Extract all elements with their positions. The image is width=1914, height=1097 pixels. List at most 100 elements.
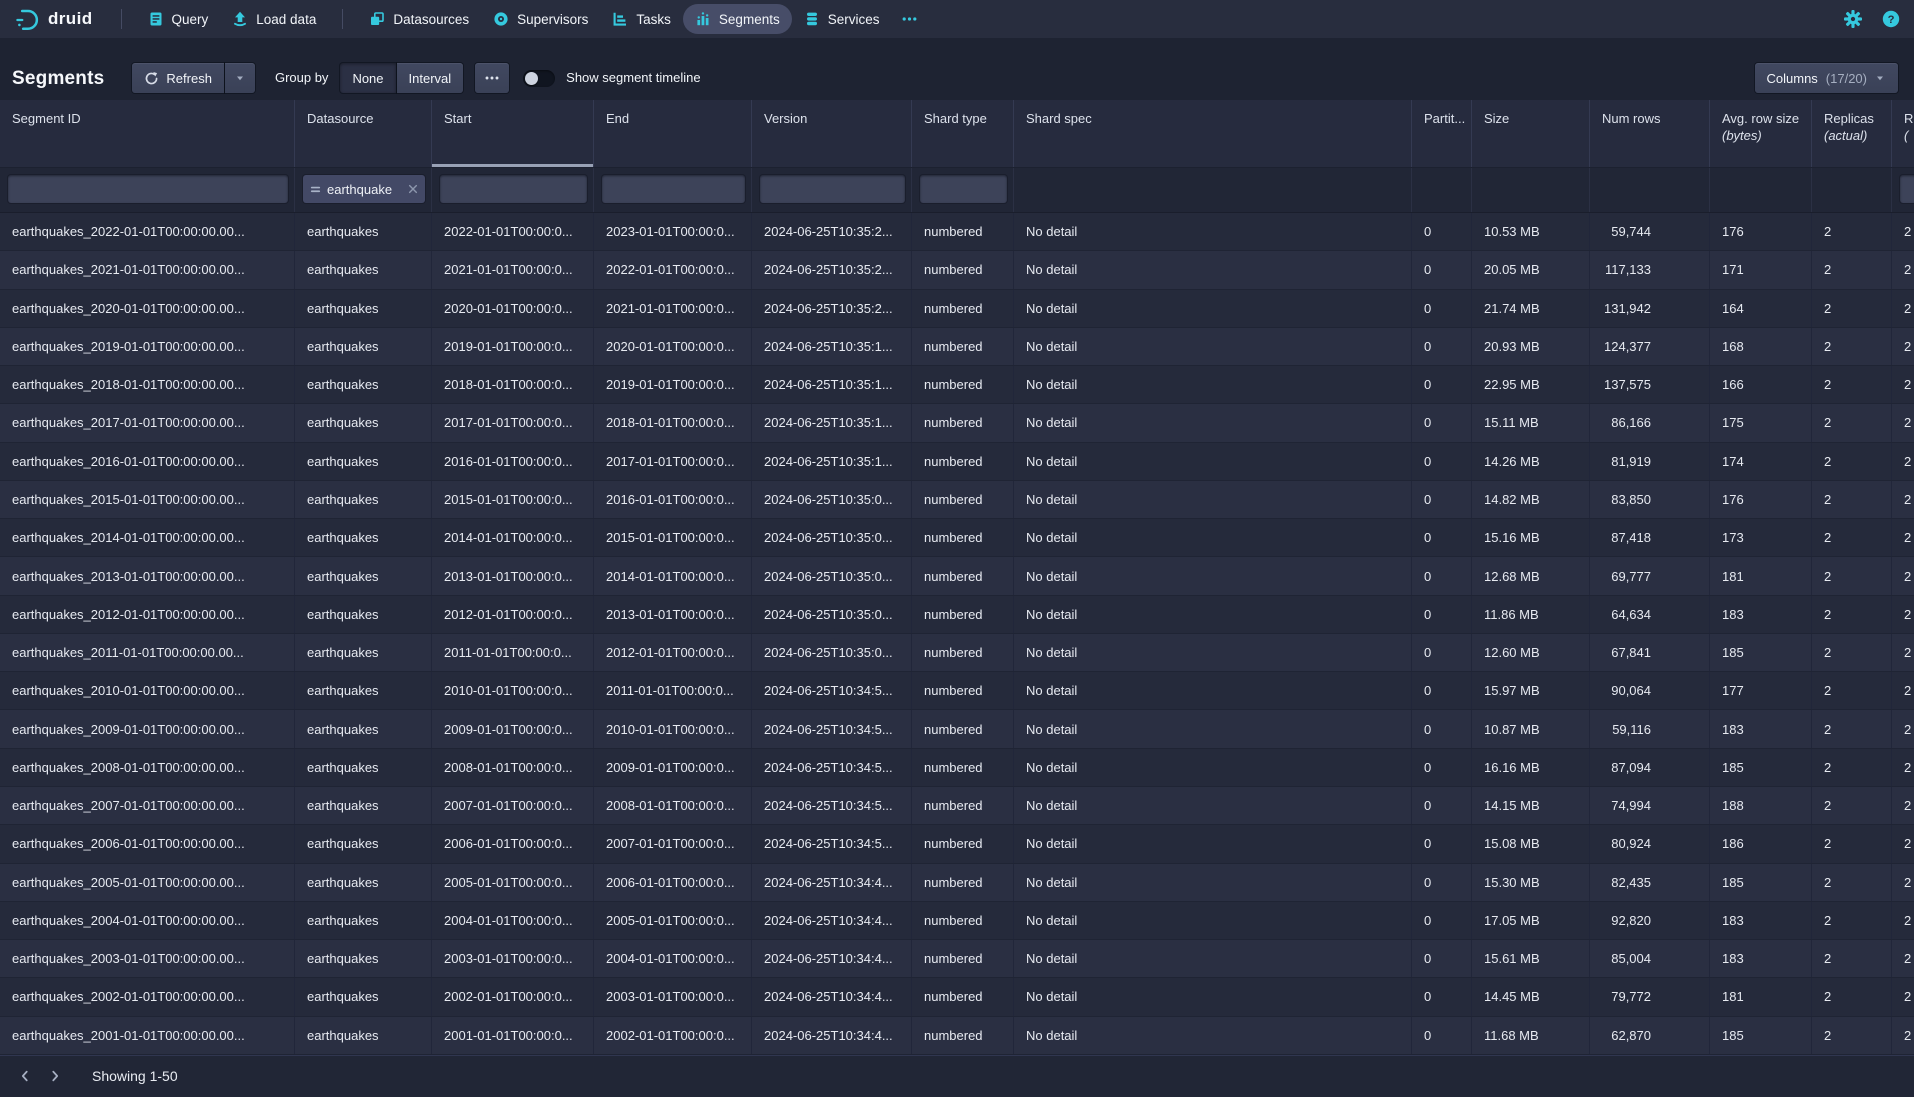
cell-num_rows[interactable]: 81,919: [1590, 443, 1710, 480]
cell-segment_id[interactable]: earthquakes_2008-01-01T00:00:00.00...: [0, 749, 295, 786]
cell-partition[interactable]: 0: [1412, 978, 1472, 1015]
filter-input-end[interactable]: [602, 175, 745, 203]
cell-start[interactable]: 2019-01-01T00:00:0...: [432, 328, 594, 365]
cell-segment_id[interactable]: earthquakes_2013-01-01T00:00:00.00...: [0, 557, 295, 594]
cell-avg_row_size[interactable]: 171: [1710, 251, 1812, 288]
cell-num_rows[interactable]: 67,841: [1590, 634, 1710, 671]
cell-shard_type[interactable]: numbered: [912, 481, 1014, 518]
cell-size[interactable]: 17.05 MB: [1472, 902, 1590, 939]
cell-version[interactable]: 2024-06-25T10:35:2...: [752, 213, 912, 250]
cell-replication[interactable]: 2: [1892, 404, 1914, 441]
cell-shard_type[interactable]: numbered: [912, 596, 1014, 633]
cell-end[interactable]: 2006-01-01T00:00:0...: [594, 864, 752, 901]
cell-start[interactable]: 2022-01-01T00:00:0...: [432, 213, 594, 250]
cell-version[interactable]: 2024-06-25T10:35:1...: [752, 328, 912, 365]
cell-start[interactable]: 2013-01-01T00:00:0...: [432, 557, 594, 594]
cell-datasource[interactable]: earthquakes: [295, 864, 432, 901]
cell-size[interactable]: 14.26 MB: [1472, 443, 1590, 480]
cell-start[interactable]: 2005-01-01T00:00:0...: [432, 864, 594, 901]
cell-segment_id[interactable]: earthquakes_2019-01-01T00:00:00.00...: [0, 328, 295, 365]
cell-replicas[interactable]: 2: [1812, 519, 1892, 556]
cell-start[interactable]: 2001-01-01T00:00:0...: [432, 1017, 594, 1054]
cell-shard_spec[interactable]: No detail: [1014, 213, 1412, 250]
cell-replicas[interactable]: 2: [1812, 634, 1892, 671]
cell-segment_id[interactable]: earthquakes_2005-01-01T00:00:00.00...: [0, 864, 295, 901]
cell-replicas[interactable]: 2: [1812, 404, 1892, 441]
cell-size[interactable]: 16.16 MB: [1472, 749, 1590, 786]
column-header-avg_row_size[interactable]: Avg. row size(bytes): [1710, 100, 1812, 167]
cell-size[interactable]: 15.30 MB: [1472, 864, 1590, 901]
cell-start[interactable]: 2007-01-01T00:00:0...: [432, 787, 594, 824]
cell-replication[interactable]: 2: [1892, 749, 1914, 786]
cell-end[interactable]: 2018-01-01T00:00:0...: [594, 404, 752, 441]
cell-start[interactable]: 2003-01-01T00:00:0...: [432, 940, 594, 977]
cell-end[interactable]: 2021-01-01T00:00:0...: [594, 290, 752, 327]
cell-shard_type[interactable]: numbered: [912, 251, 1014, 288]
column-header-start[interactable]: Start: [432, 100, 594, 167]
cell-replicas[interactable]: 2: [1812, 290, 1892, 327]
column-header-partition[interactable]: Partit...: [1412, 100, 1472, 167]
cell-partition[interactable]: 0: [1412, 366, 1472, 403]
cell-start[interactable]: 2016-01-01T00:00:0...: [432, 443, 594, 480]
cell-end[interactable]: 2014-01-01T00:00:0...: [594, 557, 752, 594]
cell-replicas[interactable]: 2: [1812, 557, 1892, 594]
column-header-shard_spec[interactable]: Shard spec: [1014, 100, 1412, 167]
cell-version[interactable]: 2024-06-25T10:35:2...: [752, 251, 912, 288]
filter-input-shard_type[interactable]: [920, 175, 1007, 203]
cell-datasource[interactable]: earthquakes: [295, 251, 432, 288]
cell-segment_id[interactable]: earthquakes_2014-01-01T00:00:00.00...: [0, 519, 295, 556]
cell-version[interactable]: 2024-06-25T10:34:5...: [752, 749, 912, 786]
cell-segment_id[interactable]: earthquakes_2002-01-01T00:00:00.00...: [0, 978, 295, 1015]
cell-end[interactable]: 2002-01-01T00:00:0...: [594, 1017, 752, 1054]
cell-num_rows[interactable]: 124,377: [1590, 328, 1710, 365]
cell-shard_spec[interactable]: No detail: [1014, 710, 1412, 747]
cell-end[interactable]: 2017-01-01T00:00:0...: [594, 443, 752, 480]
cell-version[interactable]: 2024-06-25T10:34:5...: [752, 787, 912, 824]
refresh-button[interactable]: Refresh: [132, 63, 224, 93]
cell-shard_spec[interactable]: No detail: [1014, 519, 1412, 556]
cell-size[interactable]: 10.87 MB: [1472, 710, 1590, 747]
cell-end[interactable]: 2019-01-01T00:00:0...: [594, 366, 752, 403]
cell-datasource[interactable]: earthquakes: [295, 328, 432, 365]
cell-shard_spec[interactable]: No detail: [1014, 557, 1412, 594]
pagination-next-button[interactable]: [40, 1061, 70, 1091]
settings-button[interactable]: [1844, 10, 1862, 28]
cell-segment_id[interactable]: earthquakes_2011-01-01T00:00:00.00...: [0, 634, 295, 671]
cell-num_rows[interactable]: 117,133: [1590, 251, 1710, 288]
cell-datasource[interactable]: earthquakes: [295, 404, 432, 441]
cell-end[interactable]: 2020-01-01T00:00:0...: [594, 328, 752, 365]
cell-segment_id[interactable]: earthquakes_2018-01-01T00:00:00.00...: [0, 366, 295, 403]
cell-size[interactable]: 11.68 MB: [1472, 1017, 1590, 1054]
cell-replicas[interactable]: 2: [1812, 749, 1892, 786]
cell-shard_type[interactable]: numbered: [912, 749, 1014, 786]
cell-version[interactable]: 2024-06-25T10:35:1...: [752, 404, 912, 441]
segment-timeline-toggle[interactable]: [523, 70, 555, 87]
cell-shard_type[interactable]: numbered: [912, 902, 1014, 939]
cell-avg_row_size[interactable]: 181: [1710, 978, 1812, 1015]
filter-input-version[interactable]: [760, 175, 905, 203]
cell-num_rows[interactable]: 69,777: [1590, 557, 1710, 594]
cell-shard_spec[interactable]: No detail: [1014, 634, 1412, 671]
cell-size[interactable]: 14.15 MB: [1472, 787, 1590, 824]
cell-replicas[interactable]: 2: [1812, 1017, 1892, 1054]
cell-shard_spec[interactable]: No detail: [1014, 596, 1412, 633]
cell-shard_spec[interactable]: No detail: [1014, 902, 1412, 939]
cell-datasource[interactable]: earthquakes: [295, 557, 432, 594]
cell-partition[interactable]: 0: [1412, 596, 1472, 633]
columns-button[interactable]: Columns (17/20): [1755, 63, 1899, 93]
cell-segment_id[interactable]: earthquakes_2004-01-01T00:00:00.00...: [0, 902, 295, 939]
cell-num_rows[interactable]: 92,820: [1590, 902, 1710, 939]
cell-shard_type[interactable]: numbered: [912, 443, 1014, 480]
cell-size[interactable]: 12.60 MB: [1472, 634, 1590, 671]
druid-logo[interactable]: druid: [14, 6, 93, 33]
cell-datasource[interactable]: earthquakes: [295, 519, 432, 556]
filter-input-start[interactable]: [440, 175, 587, 203]
cell-partition[interactable]: 0: [1412, 481, 1472, 518]
cell-shard_type[interactable]: numbered: [912, 1017, 1014, 1054]
cell-replication[interactable]: 2: [1892, 978, 1914, 1015]
cell-end[interactable]: 2022-01-01T00:00:0...: [594, 251, 752, 288]
more-options-button[interactable]: [475, 63, 509, 93]
cell-end[interactable]: 2010-01-01T00:00:0...: [594, 710, 752, 747]
cell-shard_type[interactable]: numbered: [912, 710, 1014, 747]
cell-version[interactable]: 2024-06-25T10:35:0...: [752, 557, 912, 594]
